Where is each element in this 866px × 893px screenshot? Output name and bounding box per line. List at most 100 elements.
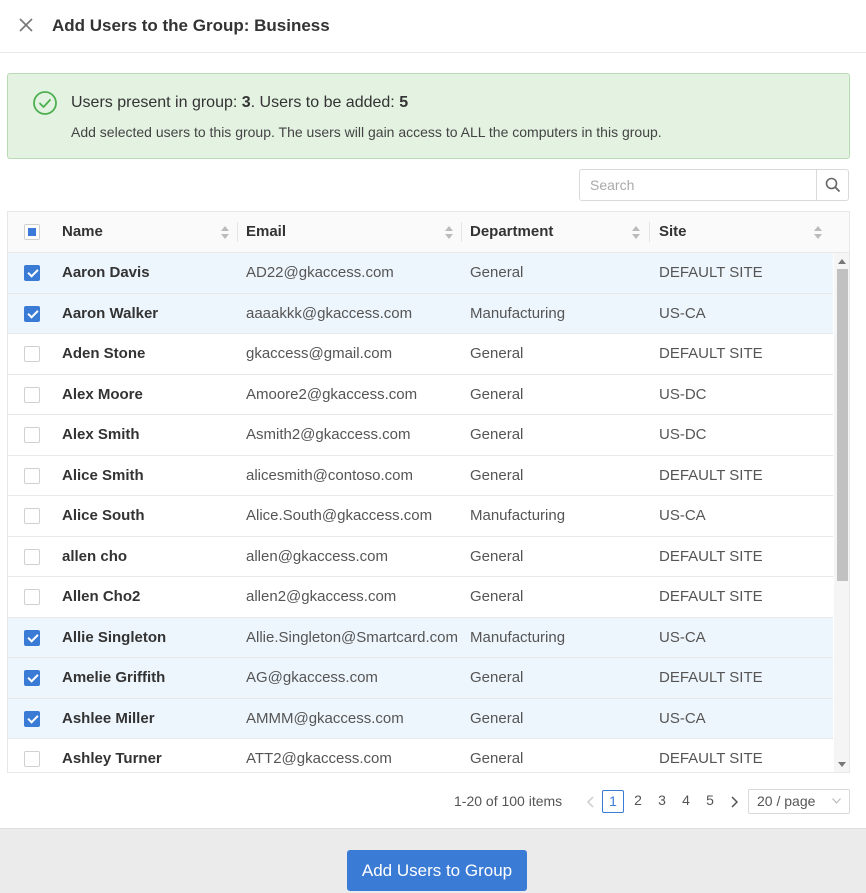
- column-divider: [237, 222, 238, 242]
- search-button[interactable]: [816, 170, 848, 200]
- sort-icon[interactable]: [814, 226, 822, 239]
- scroll-up-arrow-icon[interactable]: [838, 259, 846, 264]
- sort-icon[interactable]: [445, 226, 453, 239]
- present-count: 3: [241, 94, 251, 111]
- search-input[interactable]: [580, 170, 816, 200]
- cell-name: Alex Smith: [62, 426, 140, 443]
- cell-email: allen2@gkaccess.com: [246, 588, 397, 605]
- table-row[interactable]: Alice Smith alicesmith@contoso.com General…: [8, 455, 833, 496]
- cell-name: allen cho: [62, 547, 128, 565]
- table-scrollbar[interactable]: [834, 253, 849, 772]
- table-row[interactable]: Aden Stone gkaccess@gmail.com General DEFAU…: [8, 334, 833, 375]
- table-row[interactable]: Alex Moore Amoore2@gkaccess.com General US-…: [8, 374, 833, 415]
- column-header-email[interactable]: Email: [246, 212, 286, 252]
- dialog-title: Add Users to the Group: Business: [52, 16, 330, 35]
- column-header-name[interactable]: Name: [62, 212, 103, 252]
- table-row[interactable]: allen cho allen@gkaccess.com General DEFAUL…: [8, 536, 833, 577]
- row-checkbox[interactable]: [24, 467, 40, 484]
- dialog-header: Add Users to the Group: Business: [0, 0, 866, 53]
- table-row[interactable]: Allie Singleton Allie.Singleton@Smartcard…: [8, 617, 833, 658]
- row-checkbox[interactable]: [24, 386, 40, 403]
- sort-icon[interactable]: [632, 226, 640, 239]
- cell-department: General: [470, 345, 524, 362]
- row-checkbox[interactable]: [24, 346, 40, 362]
- column-divider: [461, 222, 462, 242]
- cell-department: General: [470, 385, 524, 403]
- row-checkbox[interactable]: [24, 710, 40, 727]
- cell-site: US-DC: [659, 426, 707, 443]
- close-icon[interactable]: [16, 15, 36, 35]
- added-label: . Users to be added:: [250, 94, 400, 111]
- table-row[interactable]: Alice South Alice.South@gkaccess.com Manuf…: [8, 496, 833, 537]
- sort-icon[interactable]: [221, 226, 229, 239]
- row-checkbox[interactable]: [24, 589, 40, 605]
- users-table: Name Email Department Site Aaron Davis AD…: [7, 211, 850, 773]
- row-checkbox[interactable]: [24, 508, 40, 524]
- table-row[interactable]: Ashlee Miller AMMM@gkaccess.com General US-…: [8, 698, 833, 739]
- column-header-department[interactable]: Department: [470, 212, 553, 252]
- row-checkbox[interactable]: [24, 427, 40, 443]
- page-size-value: 20 / page: [757, 793, 816, 809]
- row-checkbox[interactable]: [24, 670, 40, 686]
- page-size-select[interactable]: 20 / page: [748, 789, 850, 814]
- cell-site: DEFAULT SITE: [659, 750, 763, 767]
- select-all-checkbox[interactable]: [24, 224, 40, 240]
- row-checkbox[interactable]: [24, 629, 40, 646]
- cell-department: Manufacturing: [470, 304, 566, 322]
- cell-site: DEFAULT SITE: [659, 588, 763, 605]
- row-checkbox[interactable]: [24, 265, 40, 281]
- cell-site: DEFAULT SITE: [659, 345, 763, 362]
- cell-department: Manufacturing: [470, 507, 566, 524]
- cell-department: General: [470, 750, 524, 767]
- table-row[interactable]: Allen Cho2 allen2@gkaccess.com General DEFA…: [8, 577, 833, 618]
- search-icon: [825, 177, 840, 193]
- page-2[interactable]: 2: [627, 790, 649, 813]
- cell-email: ATT2@gkaccess.com: [246, 750, 392, 767]
- cell-name: Allen Cho2: [62, 588, 141, 605]
- cell-site: US-CA: [659, 507, 706, 524]
- alert-summary: Users present in group: 3. Users to be a…: [71, 94, 408, 112]
- column-header-site[interactable]: Site: [659, 212, 687, 252]
- table-row[interactable]: Amelie Griffith AG@gkaccess.com General DEF…: [8, 658, 833, 699]
- scrollbar-thumb[interactable]: [837, 269, 848, 581]
- next-page-icon[interactable]: [726, 793, 742, 811]
- table-row[interactable]: Alex Smith Asmith2@gkaccess.com General US-…: [8, 415, 833, 456]
- cell-site: US-DC: [659, 385, 707, 403]
- table-row[interactable]: Aaron Davis AD22@gkaccess.com General DEFAU…: [8, 253, 833, 294]
- cell-department: General: [470, 466, 524, 484]
- cell-name: Aaron Walker: [62, 304, 159, 322]
- row-checkbox[interactable]: [24, 305, 40, 322]
- pagination-total: 1-20 of 100 items: [454, 793, 563, 809]
- cell-email: gkaccess@gmail.com: [246, 345, 393, 362]
- dialog-footer: Add Users to Group: [0, 828, 866, 893]
- page-1[interactable]: 1: [602, 790, 624, 813]
- cell-site: US-CA: [659, 628, 706, 646]
- row-checkbox[interactable]: [24, 751, 40, 767]
- cell-site: DEFAULT SITE: [659, 669, 763, 686]
- table-row[interactable]: Aaron Walker aaaakkk@gkaccess.com Manufact…: [8, 293, 833, 334]
- cell-site: DEFAULT SITE: [659, 547, 763, 565]
- cell-department: General: [470, 709, 524, 727]
- cell-email: allen@gkaccess.com: [246, 547, 388, 565]
- page-4[interactable]: 4: [675, 790, 697, 813]
- cell-email: AMMM@gkaccess.com: [246, 709, 404, 727]
- cell-department: General: [470, 426, 524, 443]
- alert-description: Add selected users to this group. The us…: [71, 124, 662, 140]
- cell-email: Asmith2@gkaccess.com: [246, 426, 411, 443]
- table-row[interactable]: Ashley Turner ATT2@gkaccess.com General DEF…: [8, 739, 833, 772]
- prev-page-icon[interactable]: [583, 793, 599, 811]
- scroll-down-arrow-icon[interactable]: [838, 762, 846, 767]
- check-circle-icon: [32, 90, 58, 116]
- cell-site: US-CA: [659, 709, 706, 727]
- page-5[interactable]: 5: [699, 790, 721, 813]
- cell-department: General: [470, 669, 524, 686]
- row-checkbox[interactable]: [24, 548, 40, 565]
- info-alert: Users present in group: 3. Users to be a…: [7, 73, 850, 159]
- cell-email: Alice.South@gkaccess.com: [246, 507, 433, 524]
- cell-email: AG@gkaccess.com: [246, 669, 378, 686]
- column-divider: [649, 222, 650, 242]
- cell-name: Alice South: [62, 507, 145, 524]
- added-count: 5: [399, 94, 409, 111]
- page-3[interactable]: 3: [651, 790, 673, 813]
- add-users-to-group-button[interactable]: Add Users to Group: [347, 850, 527, 891]
